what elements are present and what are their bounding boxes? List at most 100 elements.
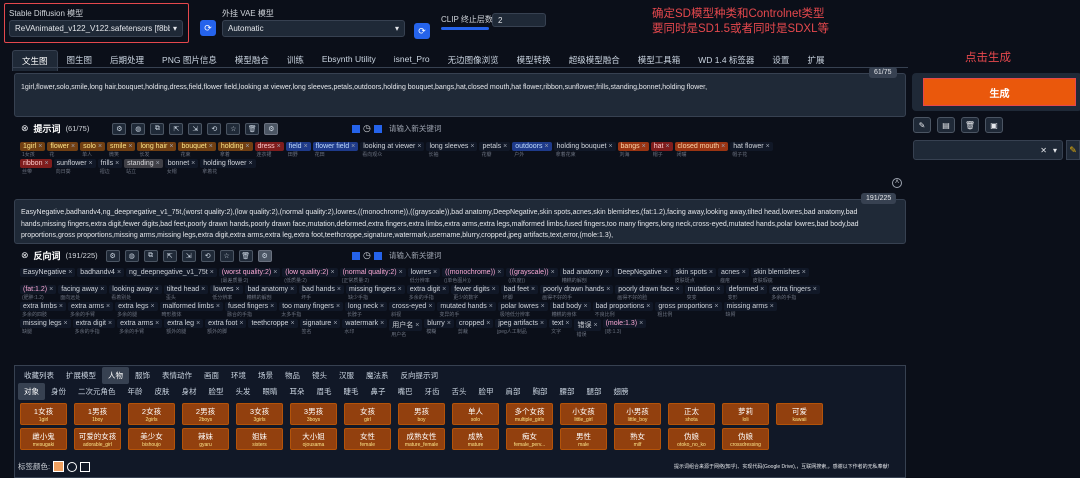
close-icon[interactable]: ×: [106, 303, 110, 310]
subcategory-tab[interactable]: 年龄: [122, 383, 149, 400]
negative-tag-chip[interactable]: missing legs × 缺腿: [20, 319, 71, 337]
preset-button[interactable]: 2男孩 2boys: [182, 403, 229, 425]
negative-tag-chip[interactable]: (fat:1.2) × (肥胖:1.2): [20, 285, 57, 301]
negative-tag-chip[interactable]: watermark × 水印: [342, 319, 388, 337]
prompt-tag-chip[interactable]: solo × 单人: [80, 142, 106, 158]
tag-text[interactable]: EasyNegative ×: [20, 268, 76, 277]
subcategory-tab[interactable]: 对象: [18, 383, 45, 400]
trash-icon[interactable]: 🗑: [238, 249, 253, 262]
refresh-icon[interactable]: ⟳: [414, 23, 430, 39]
negative-tag-chip[interactable]: skin blemishes × 皮肤瑕疵: [750, 268, 809, 284]
tag-text[interactable]: teethcroppe ×: [248, 319, 298, 328]
clock-icon[interactable]: ◷: [363, 123, 371, 134]
negative-tag-chip[interactable]: 错误 × 错误: [574, 319, 601, 338]
edit-icon[interactable]: ✎: [913, 117, 931, 133]
tag-text[interactable]: tilted head ×: [163, 285, 209, 294]
tag-text[interactable]: bad anatomy ×: [559, 268, 613, 277]
preset-button[interactable]: 美少女 bishoujo: [128, 428, 175, 450]
close-icon[interactable]: ×: [770, 303, 774, 310]
prompt-tag-chip[interactable]: holding × 拿着: [217, 142, 253, 158]
close-icon[interactable]: ×: [608, 143, 612, 150]
preset-button[interactable]: 小男孩 little_boy: [614, 403, 661, 425]
prompt-tag-chip[interactable]: sunflower × 向日葵: [53, 159, 96, 175]
globe-icon[interactable]: ◍: [124, 249, 139, 262]
negative-tag-chip[interactable]: acnes × 痤疮: [718, 268, 749, 284]
prompt-tag-chip[interactable]: field × 田野: [285, 142, 311, 158]
export-icon[interactable]: ⇱: [162, 249, 177, 262]
negative-tag-chip[interactable]: extra foot × 额外的脚: [205, 319, 247, 337]
close-icon[interactable]: ×: [540, 320, 544, 327]
close-icon[interactable]: ×: [664, 269, 668, 276]
negative-tag-chip[interactable]: extra arms × 多余的手臂: [117, 319, 163, 337]
negative-tag-chip[interactable]: extra fingers × 多余的手指: [769, 285, 820, 301]
close-icon[interactable]: ×: [270, 303, 274, 310]
refresh-icon[interactable]: ⟳: [200, 20, 216, 36]
tag-text[interactable]: holding ×: [217, 142, 253, 151]
close-icon[interactable]: ×: [245, 143, 249, 150]
prompt-tag-chip[interactable]: long hair × 长发: [137, 142, 177, 158]
model-select[interactable]: ReVAnimated_v122_V122.safetensors [f8bb2…: [9, 20, 183, 37]
close-icon[interactable]: ×: [336, 303, 340, 310]
trash-icon[interactable]: 🗑: [961, 117, 979, 133]
gear-icon[interactable]: ⚙: [257, 249, 272, 262]
negative-tag-chip[interactable]: lowres × 低分辨率: [210, 285, 243, 301]
negative-tag-chip[interactable]: (low quality:2) × (低质量:2): [282, 268, 338, 284]
tag-text[interactable]: extra foot ×: [205, 319, 247, 328]
tag-text[interactable]: ribbon ×: [20, 159, 52, 168]
negative-tag-chip[interactable]: (worst quality:2) × (最差质量:2): [218, 268, 281, 284]
close-icon[interactable]: ×: [665, 143, 669, 150]
tag-text[interactable]: missing legs ×: [20, 319, 71, 328]
negative-tag-chip[interactable]: polar lowres × 极地低分辨率: [497, 302, 548, 318]
close-icon[interactable]: ×: [239, 320, 243, 327]
negative-tag-chip[interactable]: tilted head × 歪头: [163, 285, 209, 301]
tag-text[interactable]: frills ×: [97, 159, 123, 168]
tag-text[interactable]: long sleeves ×: [426, 142, 478, 151]
tag-text[interactable]: (low quality:2) ×: [282, 268, 338, 277]
negative-tag-chip[interactable]: cropped × 剪裁: [455, 319, 494, 337]
close-icon[interactable]: ×: [531, 286, 535, 293]
close-icon[interactable]: ×: [201, 286, 205, 293]
preset-button[interactable]: 雌小鬼 mesugaki: [20, 428, 67, 450]
tag-text[interactable]: bad feet ×: [500, 285, 539, 294]
favorite-icon[interactable]: ☆: [226, 122, 241, 135]
close-icon[interactable]: ×: [155, 320, 159, 327]
globe-icon[interactable]: ◍: [131, 122, 146, 135]
negative-tag-chip[interactable]: ((monochrome)) × ((单色图片)): [442, 268, 505, 284]
tag-text[interactable]: extra limbs ×: [20, 302, 66, 311]
negative-tag-chip[interactable]: ng_deepnegative_v1_75t ×: [126, 268, 217, 283]
category-tab[interactable]: 扩展模型: [60, 367, 102, 384]
clip-input[interactable]: 2: [492, 13, 546, 27]
preset-button[interactable]: 单人 solo: [452, 403, 499, 425]
close-icon[interactable]: ×: [489, 303, 493, 310]
tag-text[interactable]: lowres ×: [210, 285, 243, 294]
negative-tag-chip[interactable]: (mole:1.3) × (痣:1.3): [602, 319, 647, 337]
tag-text[interactable]: extra arms ×: [117, 319, 163, 328]
negative-tag-chip[interactable]: poorly drawn hands × 画得不好的手: [540, 285, 614, 301]
close-icon[interactable]: ×: [676, 286, 680, 293]
color-swatch[interactable]: [53, 461, 65, 472]
tag-text[interactable]: badhandv4 ×: [77, 268, 125, 277]
tag-text[interactable]: polar lowres ×: [497, 302, 548, 311]
preset-button[interactable]: 3男孩 3boys: [290, 403, 337, 425]
close-icon[interactable]: ×: [639, 320, 643, 327]
prompt-tag-chip[interactable]: holding flower × 拿着花: [200, 159, 256, 175]
preset-button[interactable]: 男性 male: [560, 428, 607, 450]
prompt-tag-chip[interactable]: hat flower × 帽子花: [730, 142, 773, 158]
close-icon[interactable]: ×: [155, 286, 159, 293]
tag-text[interactable]: 错误 ×: [574, 319, 601, 331]
close-icon[interactable]: ×: [98, 143, 102, 150]
negative-tag-chip[interactable]: facing away × 面向远处: [58, 285, 108, 301]
tag-text[interactable]: missing fingers ×: [345, 285, 405, 294]
close-icon[interactable]: ×: [64, 320, 68, 327]
tag-text[interactable]: dress ×: [254, 142, 284, 151]
negative-tag-chip[interactable]: text × 文字: [549, 319, 573, 337]
tag-text[interactable]: (worst quality:2) ×: [218, 268, 281, 277]
checkbox-icon[interactable]: [352, 251, 360, 260]
prompt-tag-chip[interactable]: petals × 花瓣: [479, 142, 511, 158]
prompt-tag-chip[interactable]: long sleeves × 长袖: [426, 142, 478, 158]
tag-text[interactable]: long hair ×: [137, 142, 177, 151]
new-tag-input[interactable]: 请输入新关键词: [389, 250, 442, 261]
negative-tag-chip[interactable]: extra legs × 多余的腿: [115, 302, 158, 318]
prompt-tag-chip[interactable]: flower × 花: [47, 142, 79, 158]
tag-text[interactable]: acnes ×: [718, 268, 749, 277]
